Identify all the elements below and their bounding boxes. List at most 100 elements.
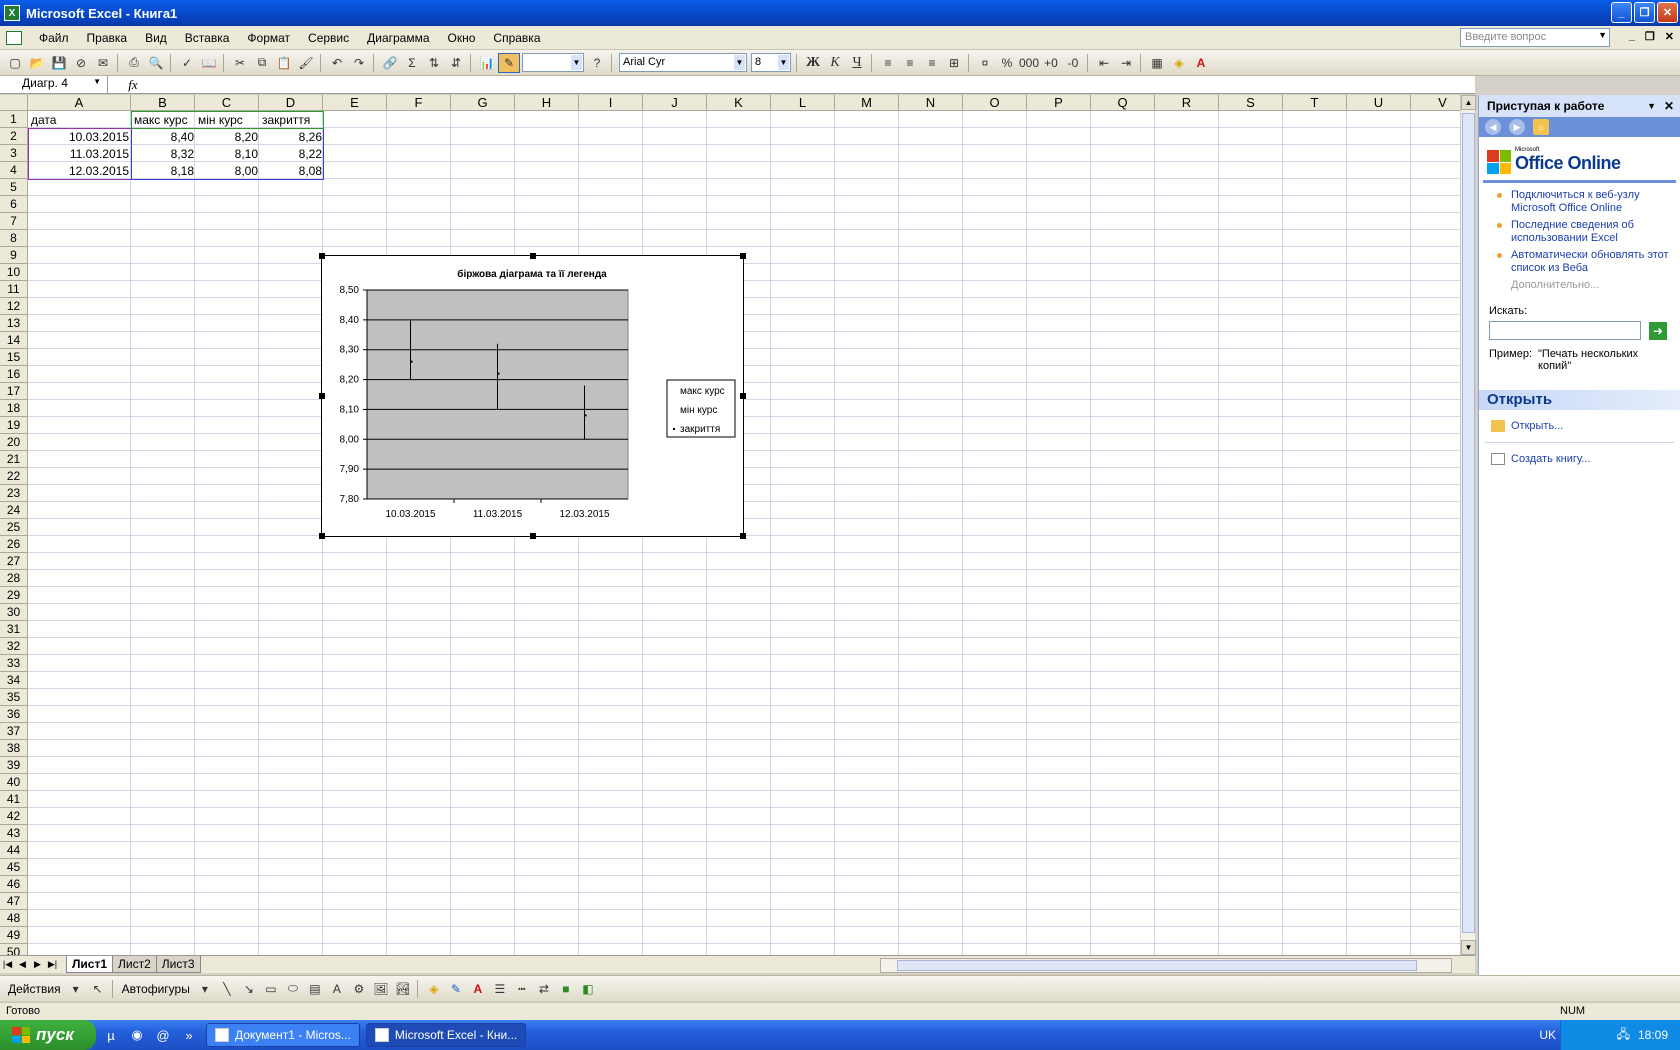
align-left-icon[interactable]: ≡ — [877, 53, 899, 73]
align-right-icon[interactable]: ≡ — [921, 53, 943, 73]
decrease-decimal-icon[interactable]: -0 — [1062, 53, 1084, 73]
row-header-10[interactable]: 10 — [0, 264, 28, 281]
menu-file[interactable]: Файл — [30, 28, 78, 48]
row-header-17[interactable]: 17 — [0, 383, 28, 400]
row-header-3[interactable]: 3 — [0, 145, 28, 162]
column-header-L[interactable]: L — [771, 95, 835, 111]
percent-icon[interactable]: % — [996, 53, 1018, 73]
horizontal-scroll-thumb[interactable] — [897, 960, 1417, 971]
row-header-1[interactable]: 1 — [0, 111, 28, 128]
row-header-42[interactable]: 42 — [0, 808, 28, 825]
font-color-icon[interactable]: A — [467, 979, 489, 999]
language-indicator[interactable]: UK — [1539, 1028, 1556, 1042]
row-header-11[interactable]: 11 — [0, 281, 28, 298]
create-workbook-link[interactable]: Создать книгу... — [1479, 453, 1680, 465]
menu-tools[interactable]: Сервис — [299, 28, 358, 48]
spelling-icon[interactable]: ✓ — [176, 53, 198, 73]
borders-icon[interactable]: ▦ — [1146, 53, 1168, 73]
column-header-C[interactable]: C — [195, 95, 259, 111]
column-header-J[interactable]: J — [643, 95, 707, 111]
row-header-36[interactable]: 36 — [0, 706, 28, 723]
column-header-O[interactable]: O — [963, 95, 1027, 111]
column-header-N[interactable]: N — [899, 95, 963, 111]
link-latest-news[interactable]: Последние сведения об использовании Exce… — [1479, 219, 1680, 245]
increase-indent-icon[interactable]: ⇥ — [1115, 53, 1137, 73]
row-header-23[interactable]: 23 — [0, 485, 28, 502]
row-header-20[interactable]: 20 — [0, 434, 28, 451]
home-icon[interactable]: ⌂ — [1533, 119, 1549, 135]
font-select[interactable]: Arial Cyr ▼ — [619, 53, 747, 72]
row-header-40[interactable]: 40 — [0, 774, 28, 791]
undo-icon[interactable]: ↶ — [326, 53, 348, 73]
sheet-tab-1[interactable]: Лист1 — [66, 956, 114, 973]
row-header-18[interactable]: 18 — [0, 400, 28, 417]
print-preview-icon[interactable]: 🔍 — [145, 53, 167, 73]
fill-color-icon[interactable]: ◈ — [423, 979, 445, 999]
row-header-47[interactable]: 47 — [0, 893, 28, 910]
row-header-2[interactable]: 2 — [0, 128, 28, 145]
chart-wizard-icon[interactable]: 📊 — [476, 53, 498, 73]
cell-B1[interactable]: макс курс — [132, 112, 196, 129]
row-header-29[interactable]: 29 — [0, 587, 28, 604]
row-header-30[interactable]: 30 — [0, 604, 28, 621]
doc-restore-button[interactable]: ❐ — [1645, 30, 1655, 43]
thousands-icon[interactable]: 000 — [1018, 53, 1040, 73]
doc-close-button[interactable]: ✕ — [1665, 30, 1674, 43]
row-header-14[interactable]: 14 — [0, 332, 28, 349]
cell-C2[interactable]: 8,20 — [196, 129, 260, 146]
taskbar-excel-button[interactable]: Microsoft Excel - Кни... — [365, 1023, 527, 1047]
cell-C4[interactable]: 8,00 — [196, 163, 260, 180]
menu-window[interactable]: Окно — [439, 28, 485, 48]
first-sheet-icon[interactable]: |◀ — [0, 959, 15, 970]
open-icon[interactable]: 📂 — [26, 53, 48, 73]
save-icon[interactable]: 💾 — [48, 53, 70, 73]
row-header-24[interactable]: 24 — [0, 502, 28, 519]
browser-icon[interactable]: ◉ — [126, 1024, 148, 1046]
open-link[interactable]: Открыть... — [1479, 420, 1680, 432]
column-header-K[interactable]: K — [707, 95, 771, 111]
picture-icon[interactable]: 🏞 — [392, 979, 414, 999]
scroll-down-icon[interactable]: ▼ — [1461, 940, 1476, 955]
clipart-icon[interactable]: 🖼 — [370, 979, 392, 999]
prev-sheet-icon[interactable]: ◀ — [15, 959, 30, 970]
merge-center-icon[interactable]: ⊞ — [943, 53, 965, 73]
forward-icon[interactable]: ▶ — [1509, 119, 1525, 135]
select-all-corner[interactable] — [0, 95, 28, 111]
row-header-37[interactable]: 37 — [0, 723, 28, 740]
line-icon[interactable]: ╲ — [216, 979, 238, 999]
expand-quicklaunch-icon[interactable]: » — [178, 1024, 200, 1046]
textbox-icon[interactable]: ▤ — [304, 979, 326, 999]
chevron-down-icon[interactable]: ▼ — [1598, 30, 1607, 40]
drawing-icon[interactable]: ✎ — [498, 52, 520, 73]
formula-input[interactable] — [158, 76, 1475, 93]
fx-icon[interactable]: fx — [108, 77, 158, 93]
select-pointer-icon[interactable]: ↖ — [87, 979, 109, 999]
row-header-35[interactable]: 35 — [0, 689, 28, 706]
minimize-button[interactable]: _ — [1611, 2, 1632, 23]
resize-handle[interactable] — [740, 253, 746, 259]
oval-icon[interactable]: ⬭ — [282, 979, 304, 999]
column-header-A[interactable]: A — [28, 95, 131, 111]
row-header-33[interactable]: 33 — [0, 655, 28, 672]
font-color-icon[interactable]: A — [1190, 53, 1212, 73]
column-header-E[interactable]: E — [323, 95, 387, 111]
format-painter-icon[interactable]: 🖌 — [295, 53, 317, 73]
research-icon[interactable]: 📖 — [198, 53, 220, 73]
hyperlink-icon[interactable]: 🔗 — [379, 53, 401, 73]
new-icon[interactable]: ▢ — [4, 53, 26, 73]
italic-button[interactable]: К — [824, 53, 846, 73]
menu-chart[interactable]: Диаграмма — [358, 28, 438, 48]
link-more[interactable]: Дополнительно... — [1479, 279, 1680, 291]
link-auto-update[interactable]: Автоматически обновлять этот список из В… — [1479, 249, 1680, 275]
row-header-8[interactable]: 8 — [0, 230, 28, 247]
resize-handle[interactable] — [319, 533, 325, 539]
row-header-27[interactable]: 27 — [0, 553, 28, 570]
vertical-scrollbar[interactable]: ▲ ▼ — [1460, 95, 1476, 955]
row-header-28[interactable]: 28 — [0, 570, 28, 587]
row-header-7[interactable]: 7 — [0, 213, 28, 230]
column-header-P[interactable]: P — [1027, 95, 1091, 111]
stock-chart[interactable]: біржова діаграма та її легенда 7,80 7,90 8,… — [319, 253, 746, 539]
shadow-icon[interactable]: ■ — [555, 979, 577, 999]
row-header-15[interactable]: 15 — [0, 349, 28, 366]
row-header-32[interactable]: 32 — [0, 638, 28, 655]
